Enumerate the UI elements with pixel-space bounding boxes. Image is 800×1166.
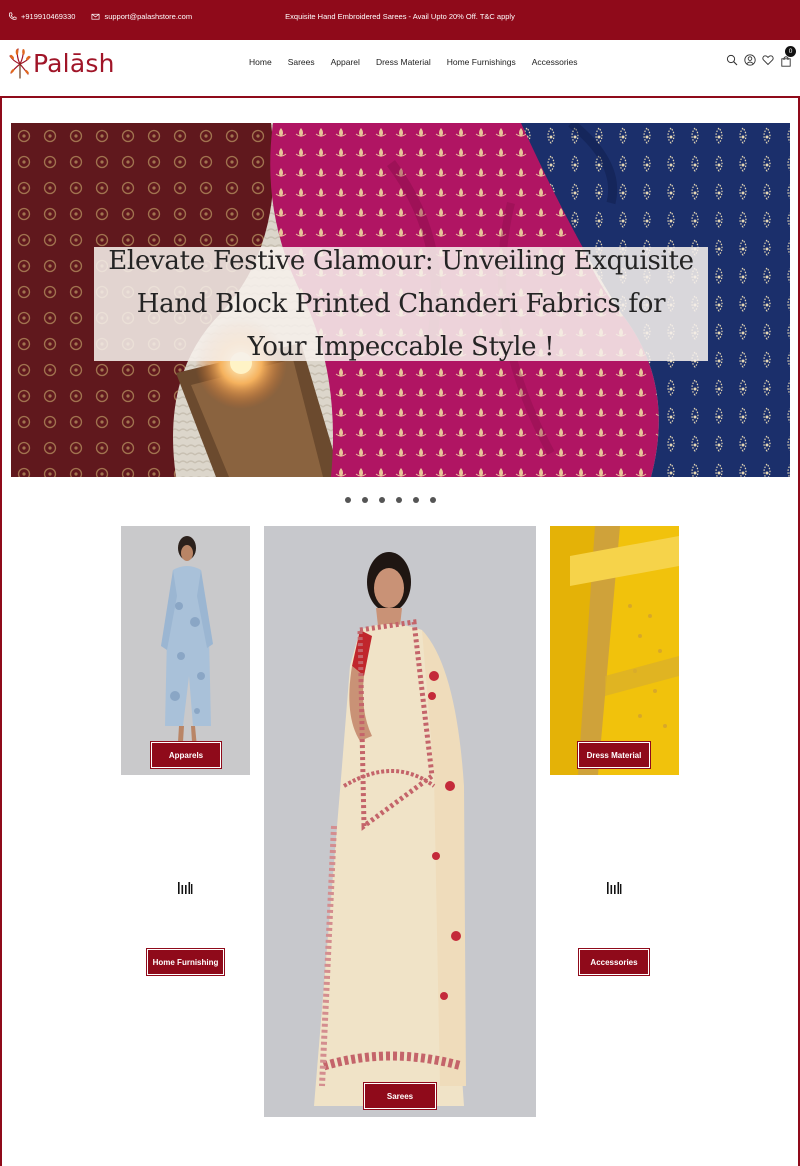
hero-caption-text: Elevate Festive Glamour: Unveiling Exqui… [108, 245, 694, 362]
slider-pagination [345, 497, 436, 503]
cart-button[interactable]: 0 [780, 46, 796, 67]
sarees-image [264, 526, 536, 1117]
slide-dot-5[interactable] [413, 497, 419, 503]
search-icon[interactable] [726, 54, 738, 66]
hero-slider[interactable]: Elevate Festive Glamour: Unveiling Exqui… [11, 123, 790, 477]
palash-flower-icon [9, 48, 31, 79]
site-header: Palāsh Home Sarees Apparel Dress Materia… [0, 40, 800, 98]
nav-accessories[interactable]: Accessories [532, 57, 578, 67]
top-announcement-bar: +919910469330 support@palashstore.com Ex… [0, 0, 800, 40]
brand-name: Palāsh [33, 48, 115, 78]
category-tile-apparels[interactable]: Apparels [121, 526, 250, 775]
cart-count-badge: 0 [785, 46, 796, 57]
nav-sarees[interactable]: Sarees [288, 57, 315, 67]
category-tile-dress-material[interactable]: Dress Material [550, 526, 679, 775]
slide-dot-6[interactable] [430, 497, 436, 503]
nav-apparel[interactable]: Apparel [331, 57, 360, 67]
dress-material-image [550, 526, 679, 775]
promo-text: Exquisite Hand Embroidered Sarees - Avai… [285, 12, 515, 21]
wishlist-heart-icon[interactable] [762, 54, 774, 66]
sarees-button[interactable]: Sarees [364, 1083, 436, 1109]
nav-home[interactable]: Home [249, 57, 272, 67]
main-navigation: Home Sarees Apparel Dress Material Home … [249, 57, 578, 67]
slide-dot-1[interactable] [345, 497, 351, 503]
hero-caption-box: Elevate Festive Glamour: Unveiling Exqui… [94, 246, 708, 362]
apparels-button[interactable]: Apparels [151, 742, 221, 768]
nav-dress-material[interactable]: Dress Material [376, 57, 431, 67]
slide-dot-3[interactable] [379, 497, 385, 503]
header-tools: 0 [726, 46, 796, 67]
apparels-image [121, 526, 250, 775]
account-icon[interactable] [744, 54, 756, 66]
logo[interactable]: Palāsh [9, 46, 115, 80]
loading-bars-icon [178, 882, 193, 894]
slide-dot-2[interactable] [362, 497, 368, 503]
accessories-button[interactable]: Accessories [579, 949, 649, 975]
loading-bars-icon [607, 882, 622, 894]
slide-dot-4[interactable] [396, 497, 402, 503]
nav-home-furnishings[interactable]: Home Furnishings [447, 57, 516, 67]
dress-material-button[interactable]: Dress Material [578, 742, 650, 768]
home-furnishing-button[interactable]: Home Furnishing [147, 949, 224, 975]
category-tile-sarees[interactable]: Sarees [264, 526, 536, 1117]
